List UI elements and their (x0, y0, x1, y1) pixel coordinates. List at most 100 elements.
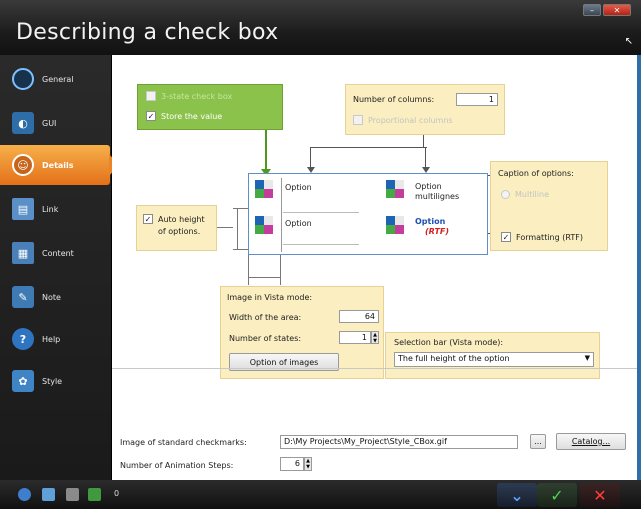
three-state-option[interactable]: 3-state check box (146, 91, 232, 101)
gui-icon: ◐ (12, 112, 34, 134)
checkmarks-path-input[interactable]: D:\My Projects\My_Project\Style_CBox.gif (280, 435, 518, 449)
formatting-checkbox[interactable]: ✓ (501, 232, 511, 242)
formatting-label: Formatting (RTF) (516, 232, 583, 242)
sidebar-item-general[interactable]: General (0, 59, 112, 99)
window-frame: Describing a check box – ✕ ↖ General ◐ G… (0, 0, 641, 509)
help-icon[interactable] (18, 488, 31, 501)
chevron-down-button[interactable]: ⌄ (497, 483, 537, 507)
chevron-down-icon: ▼ (584, 354, 590, 362)
checkbox-image-icon (255, 216, 273, 234)
dimension-line (217, 227, 233, 228)
checkmarks-label: Image of standard checkmarks: (120, 438, 247, 447)
connector-line (265, 130, 267, 174)
option-preview: Option Option multilignes Option Option … (248, 173, 488, 255)
dimension-line (248, 277, 280, 278)
dimension-line (248, 255, 249, 285)
circle-icon (12, 68, 34, 90)
details-icon: ☺ (12, 154, 34, 176)
separator-line (283, 212, 359, 213)
dimension-line (281, 178, 282, 252)
three-state-label: 3-state check box (161, 91, 233, 101)
sidebar-item-label: Content (42, 248, 74, 258)
connector-line (310, 147, 311, 169)
sidebar-item-label: Note (42, 292, 61, 302)
sidebar-item-link[interactable]: ▤ Link (0, 189, 112, 229)
three-state-checkbox[interactable] (146, 91, 156, 101)
separator-line (283, 244, 359, 245)
columns-box: Number of columns: 1 Proportional column… (345, 84, 505, 135)
columns-input[interactable]: 1 (456, 93, 498, 106)
cancel-button[interactable]: ✕ (580, 483, 620, 507)
sidebar-item-label: Help (42, 334, 61, 344)
title-bar: Describing a check box – ✕ ↖ (0, 0, 641, 55)
proportional-checkbox[interactable] (353, 115, 363, 125)
auto-height-label: Auto height of options. (158, 214, 205, 238)
sidebar-item-gui[interactable]: ◐ GUI (0, 103, 112, 143)
vista-mode-label: Image in Vista mode: (227, 293, 313, 302)
area-width-label: Width of the area: (229, 313, 302, 322)
preview-option-1: Option (285, 183, 312, 192)
sidebar-item-label: Style (42, 376, 63, 386)
sidebar-item-label: Link (42, 204, 59, 214)
proportional-label: Proportional columns (368, 115, 453, 125)
preview-option-4-line1: Option (415, 217, 446, 226)
sidebar-item-help[interactable]: ? Help (0, 319, 112, 359)
store-value-option[interactable]: ✓ Store the value (146, 111, 222, 121)
close-button[interactable]: ✕ (603, 4, 631, 16)
browse-button[interactable]: ... (530, 434, 546, 449)
sidebar-item-style[interactable]: ✿ Style (0, 361, 112, 401)
caption-box: Caption of options: Multiline ✓ Formatti… (490, 161, 608, 251)
window-controls: – ✕ (583, 4, 631, 16)
sidebar: General ◐ GUI ☺ Details ▤ Link ▦ Content… (0, 55, 119, 480)
image-icon[interactable] (42, 488, 55, 501)
animation-steps-stepper[interactable]: ▲ ▼ (304, 457, 312, 471)
auto-height-label-line2: of options. (158, 227, 201, 236)
counter-text: 0 (114, 489, 120, 498)
auto-height-label-line1: Auto height (158, 215, 205, 224)
store-value-checkbox[interactable]: ✓ (146, 111, 156, 121)
formatting-option[interactable]: ✓ Formatting (RTF) (501, 232, 583, 242)
preview-option-3: Option (285, 219, 312, 228)
area-width-input[interactable]: 64 (339, 310, 379, 323)
selection-bar-select[interactable]: The full height of the option ▼ (394, 352, 594, 367)
sidebar-item-label: Details (42, 160, 74, 170)
multiline-option[interactable]: Multiline (501, 190, 549, 199)
multiline-radio[interactable] (501, 190, 510, 199)
minimize-button[interactable]: – (583, 4, 601, 16)
store-value-label: Store the value (161, 111, 223, 121)
states-count-stepper[interactable]: ▲ ▼ (371, 331, 379, 344)
connector-line (425, 147, 426, 169)
confirm-button[interactable]: ✓ (537, 483, 577, 507)
multiline-label: Multiline (515, 190, 549, 199)
auto-height-checkbox[interactable]: ✓ (143, 214, 153, 224)
sidebar-item-note[interactable]: ✎ Note (0, 277, 112, 317)
content-icon: ▦ (12, 242, 34, 264)
animation-steps-label: Number of Animation Steps: (120, 461, 234, 470)
checkbox-image-icon (386, 180, 404, 198)
preview-option-4: Option (RTF) (415, 217, 449, 237)
selection-bar-box: Selection bar (Vista mode): The full hei… (385, 332, 600, 379)
sidebar-item-details[interactable]: ☺ Details (0, 145, 119, 185)
selection-bar-value: The full height of the option (398, 354, 510, 363)
keyboard-icon[interactable] (66, 488, 79, 501)
animation-steps-input[interactable]: 6 (280, 457, 304, 471)
catalog-button[interactable]: Catalog... (556, 433, 626, 450)
cursor-icon: ↖ (624, 36, 633, 47)
preview-option-2-line2: multilignes (415, 192, 460, 201)
note-icon: ✎ (12, 286, 34, 308)
auto-height-option[interactable]: ✓ Auto height of options. (143, 214, 205, 238)
dimension-line (237, 208, 238, 250)
footer-toolbar: 0 ⌄ ✓ ✕ (0, 480, 641, 509)
sidebar-item-label: GUI (42, 118, 57, 128)
dimension-line (280, 255, 281, 285)
vista-mode-box: Image in Vista mode: Width of the area: … (220, 286, 384, 379)
link-icon: ▤ (12, 198, 34, 220)
preview-option-4-line2: (RTF) (425, 227, 450, 236)
connector-line (423, 135, 424, 147)
sidebar-item-label: General (42, 74, 74, 84)
states-count-input[interactable]: 1 (339, 331, 371, 344)
sidebar-item-content[interactable]: ▦ Content (0, 233, 112, 273)
proportional-option[interactable]: Proportional columns (353, 115, 453, 125)
checkbox-image-icon (255, 180, 273, 198)
report-icon[interactable] (88, 488, 101, 501)
